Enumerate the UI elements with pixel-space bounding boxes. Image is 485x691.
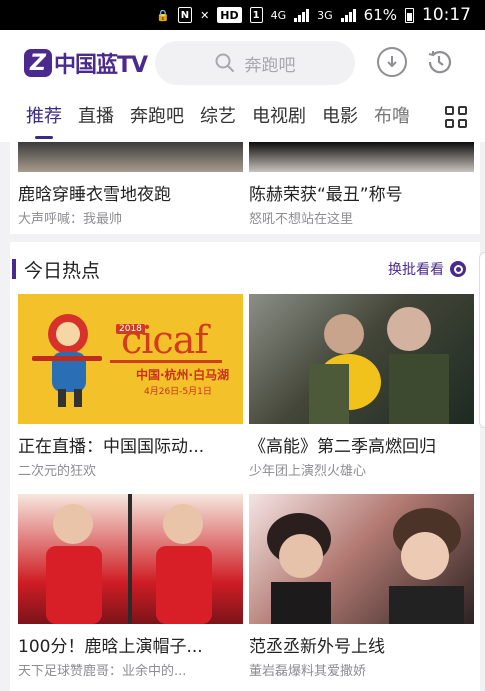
mute-icon: ✕ xyxy=(200,8,210,22)
hot-card-grid: cicaf 2018 中国·杭州·白马湖 4月26日-5月1日 正在直播：中国国… xyxy=(10,294,480,691)
video-thumbnail[interactable] xyxy=(249,294,474,424)
video-title[interactable]: 陈赫荣获“最丑”称号 xyxy=(249,180,474,205)
search-placeholder: 奔跑吧 xyxy=(244,55,296,76)
network-3g-label: 3G xyxy=(317,8,333,22)
tab-recommend[interactable]: 推荐 xyxy=(26,96,62,142)
lock-icon: 🔒 xyxy=(155,8,170,22)
scroll-handle[interactable] xyxy=(479,252,485,428)
clock: 10:17 xyxy=(422,5,471,25)
logo-text: 中国蓝TV xyxy=(54,53,148,78)
video-subtitle: 董岩磊爆料其爱撒娇 xyxy=(249,664,367,679)
app-logo[interactable]: Z 中国蓝TV xyxy=(24,47,148,79)
video-thumbnail[interactable] xyxy=(249,142,474,172)
section-accent-bar xyxy=(12,259,16,279)
history-icon xyxy=(428,51,452,74)
tab-running-man[interactable]: 奔跑吧 xyxy=(130,96,184,142)
signal-icon-secondary xyxy=(340,8,356,22)
video-card[interactable]: 100分！鹿晗上演帽子... 天下足球赞鹿哥：业余中的... xyxy=(18,494,243,684)
video-thumbnail[interactable] xyxy=(249,494,474,624)
search-icon xyxy=(215,53,234,72)
firefighter-scene-image xyxy=(309,307,449,424)
portrait-image xyxy=(267,508,464,624)
top-card-row: 鹿晗穿睡衣雪地夜跑 大声呼喊：我最帅 陈赫荣获“最丑”称号 怒吼不想站在这里 xyxy=(10,142,480,234)
sim-icon: 1 xyxy=(249,7,263,23)
tab-movies[interactable]: 电影 xyxy=(322,96,358,142)
video-card[interactable]: cicaf 2018 中国·杭州·白马湖 4月26日-5月1日 正在直播：中国国… xyxy=(18,294,243,484)
hd-badge: HD xyxy=(217,7,242,23)
download-button[interactable] xyxy=(377,47,407,77)
battery-percent: 61% xyxy=(363,6,397,24)
video-title[interactable]: 《高能》第二季高燃回归 xyxy=(249,432,474,457)
video-title[interactable]: 范丞丞新外号上线 xyxy=(249,632,474,657)
video-card[interactable]: 范丞丞新外号上线 董岩磊爆料其爱撒娇 xyxy=(249,494,474,684)
cicaf-year-badge: 2018 xyxy=(116,324,145,334)
section-header-hot-today: 今日热点 换批看看 xyxy=(10,242,480,294)
app-header: Z 中国蓝TV 奔跑吧 xyxy=(0,30,485,96)
refresh-icon xyxy=(450,261,466,277)
cicaf-dates: 4月26日-5月1日 xyxy=(144,387,212,397)
video-title[interactable]: 正在直播：中国国际动... xyxy=(18,432,243,457)
video-thumbnail[interactable] xyxy=(18,494,243,624)
search-bar[interactable]: 奔跑吧 xyxy=(155,41,355,85)
refresh-label: 换批看看 xyxy=(388,262,444,278)
video-thumbnail[interactable] xyxy=(18,142,243,172)
video-subtitle: 少年团上演烈火雄心 xyxy=(249,464,367,479)
refresh-batch-button[interactable]: 换批看看 xyxy=(388,259,466,279)
signal-icon xyxy=(294,8,310,22)
feed: 鹿晗穿睡衣雪地夜跑 大声呼喊：我最帅 陈赫荣获“最丑”称号 怒吼不想站在这里 今… xyxy=(0,142,485,691)
video-title[interactable]: 100分！鹿晗上演帽子... xyxy=(18,632,243,657)
category-tabs: 推荐 直播 奔跑吧 综艺 电视剧 电影 布噜 xyxy=(0,96,485,142)
tab-variety[interactable]: 综艺 xyxy=(200,96,236,142)
section-title: 今日热点 xyxy=(24,260,101,282)
video-card[interactable]: 《高能》第二季高燃回归 少年团上演烈火雄心 xyxy=(249,294,474,484)
network-4g-label: 4G xyxy=(270,8,287,22)
battery-icon xyxy=(405,7,414,23)
video-thumbnail[interactable]: cicaf 2018 中国·杭州·白马湖 4月26日-5月1日 xyxy=(18,294,243,424)
grid-menu-icon[interactable] xyxy=(445,106,469,130)
video-subtitle: 大声呼喊：我最帅 xyxy=(18,212,123,227)
notification-icon: N xyxy=(177,7,193,23)
tab-bulu[interactable]: 布噜 xyxy=(374,96,416,142)
tab-tv-series[interactable]: 电视剧 xyxy=(252,96,306,142)
cicaf-location: 中国·杭州·白马湖 xyxy=(136,368,230,382)
video-subtitle: 天下足球赞鹿哥：业余中的... xyxy=(18,664,187,679)
video-title[interactable]: 鹿晗穿睡衣雪地夜跑 xyxy=(18,180,243,205)
video-subtitle: 二次元的狂欢 xyxy=(18,464,97,479)
tab-live[interactable]: 直播 xyxy=(78,96,114,142)
logo-mark-icon: Z xyxy=(24,49,52,77)
history-button[interactable] xyxy=(424,47,454,77)
download-icon xyxy=(387,56,397,68)
status-bar: 🔒 N ✕ HD 1 4G 3G 61% 10:17 xyxy=(0,0,485,30)
video-card[interactable]: 鹿晗穿睡衣雪地夜跑 大声呼喊：我最帅 xyxy=(18,142,243,234)
player-celebration-image xyxy=(46,494,212,624)
video-subtitle: 怒吼不想站在这里 xyxy=(249,212,354,227)
video-card[interactable]: 陈赫荣获“最丑”称号 怒吼不想站在这里 xyxy=(249,142,474,234)
